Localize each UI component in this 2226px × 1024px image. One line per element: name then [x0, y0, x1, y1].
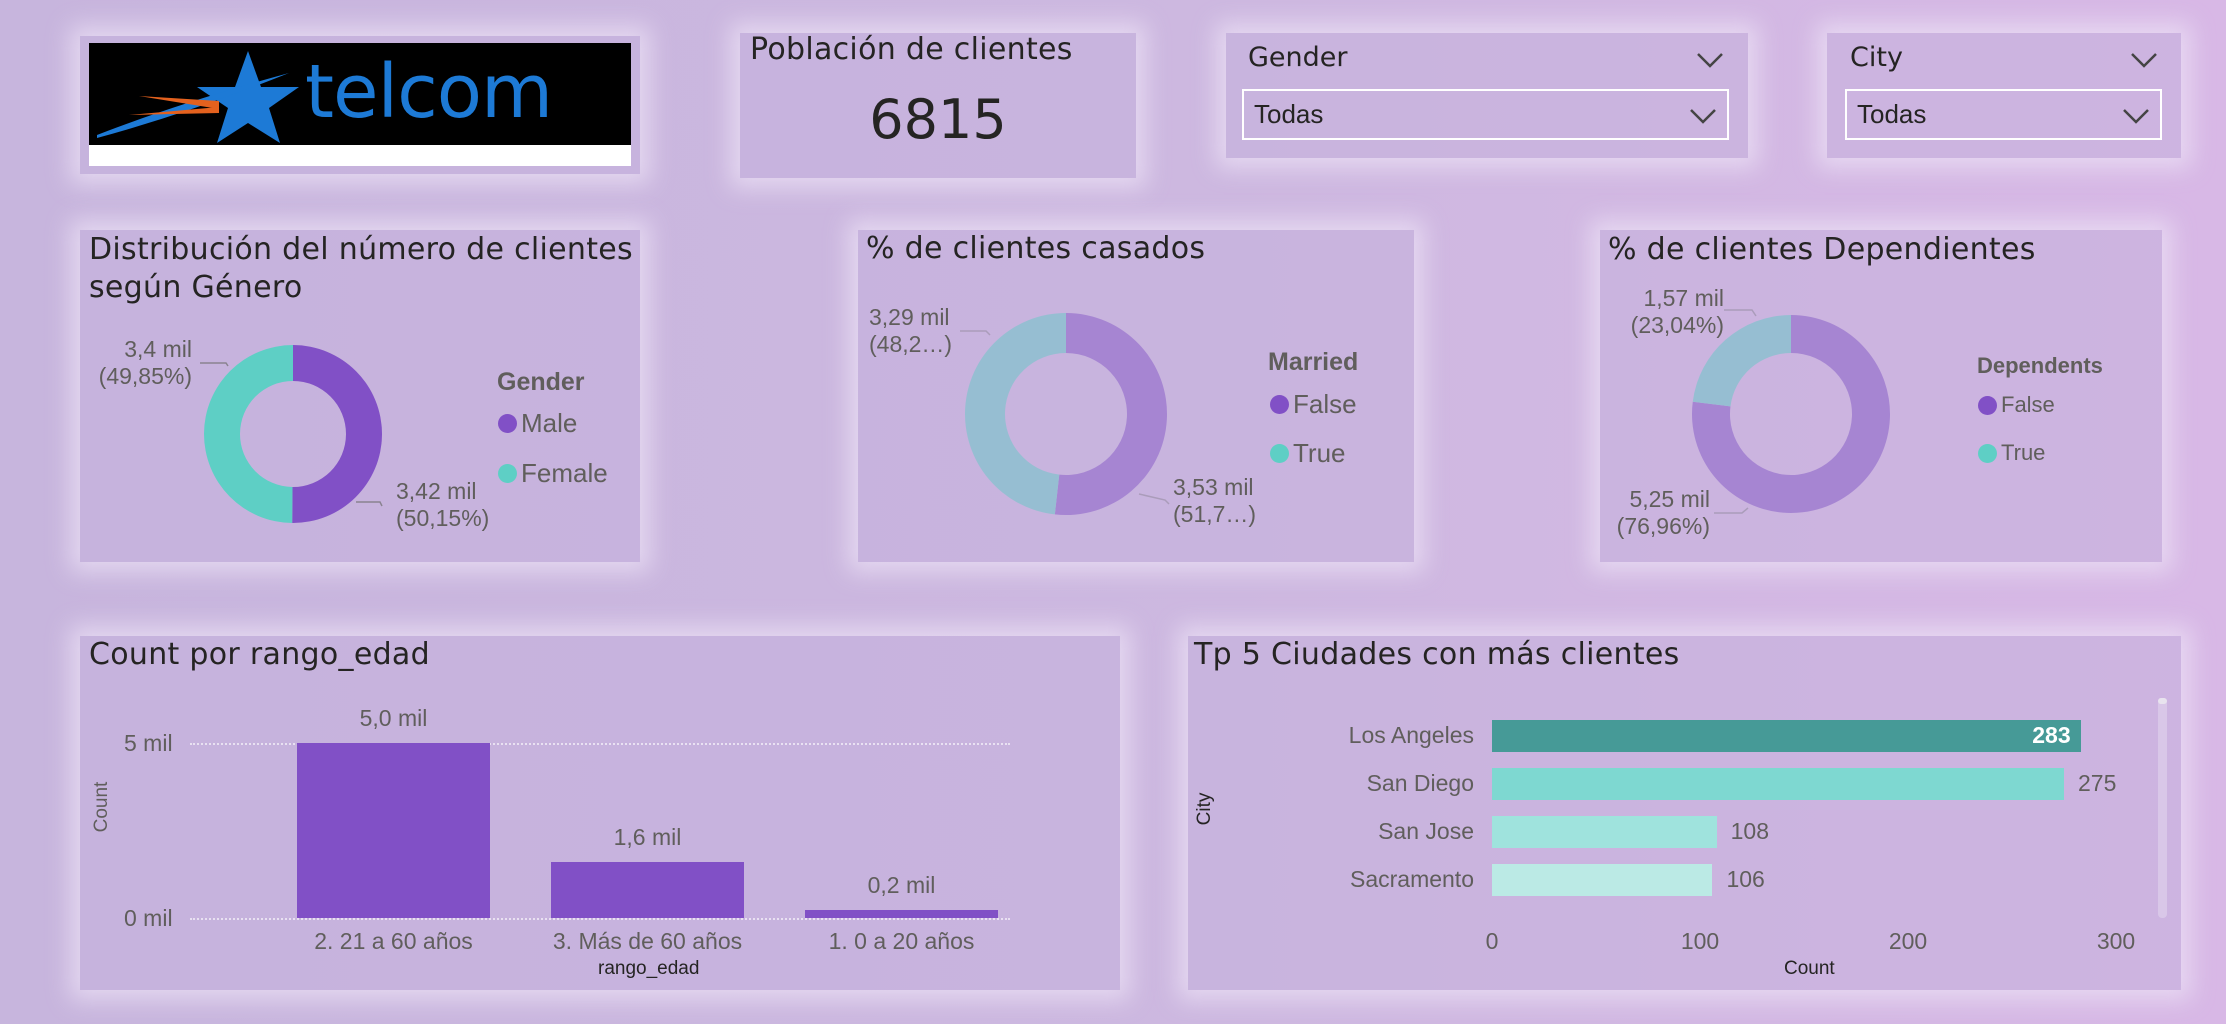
dependents-chart-title: % de clientes Dependientes: [1608, 232, 2036, 267]
legend-item-true[interactable]: True: [1978, 440, 2045, 466]
x-tick-label: 200: [1888, 928, 1928, 954]
female-value: 3,4 mil: [124, 336, 192, 362]
gridline: [190, 918, 1010, 920]
age-chart-title: Count por rango_edad: [89, 637, 430, 672]
city-label: Los Angeles: [1348, 722, 1474, 748]
bar-1[interactable]: [297, 743, 490, 918]
x-tick-label: 0: [1485, 928, 1499, 954]
legend-item-false[interactable]: False: [1270, 389, 1357, 420]
true-pct: (48,2…): [869, 331, 953, 357]
legend-dot: [498, 414, 517, 433]
city-bar-2[interactable]: [1492, 768, 2064, 800]
gender-slice-female[interactable]: [204, 345, 293, 523]
legend-dot: [1978, 395, 1997, 415]
false-pct: (76,96%): [1616, 513, 1710, 539]
legend-dot: [1270, 444, 1289, 463]
legend-item-false[interactable]: False: [1978, 392, 2055, 418]
male-pct: (50,15%): [396, 505, 490, 531]
gender-legend-title: Gender: [497, 368, 585, 396]
legend-dot: [1978, 443, 1997, 463]
city-label: San Jose: [1378, 818, 1474, 844]
city-y-axis-title: City: [1194, 792, 1215, 826]
age-x-axis-title: rango_edad: [598, 958, 700, 979]
x-tick-label: 3. Más de 60 años: [552, 928, 743, 954]
married-false-label: 3,53 mil (51,7…): [1173, 474, 1256, 528]
bar-2[interactable]: [551, 862, 744, 918]
city-label: San Diego: [1366, 770, 1474, 796]
legend-dot: [1270, 395, 1289, 414]
bar-data-label: 5,0 mil: [359, 705, 428, 731]
married-chart-title: % de clientes casados: [866, 231, 1206, 266]
city-value-label: 283: [2032, 722, 2071, 748]
gender-female-label: 3,4 mil (49,85%): [92, 336, 192, 390]
true-pct: (23,04%): [1630, 312, 1724, 338]
city-scrollbar[interactable]: [2158, 698, 2167, 918]
legend-label: False: [2001, 392, 2055, 417]
dependents-legend-title: Dependents: [1977, 353, 2103, 378]
male-value: 3,42 mil: [396, 478, 477, 504]
bar-data-label: 0,2 mil: [867, 872, 936, 898]
true-value: 3,29 mil: [869, 304, 950, 330]
city-bar-3[interactable]: [1492, 816, 1717, 848]
city-bar-1[interactable]: [1492, 720, 2081, 752]
legend-item-true[interactable]: True: [1270, 438, 1346, 469]
city-value-label: 108: [1730, 818, 1769, 844]
leader-line: [200, 362, 229, 367]
legend-label: Female: [521, 458, 608, 488]
legend-label: True: [2001, 440, 2046, 465]
bar-data-label: 1,6 mil: [613, 824, 682, 850]
x-tick-label: 2. 21 a 60 años: [314, 928, 473, 954]
gender-male-label: 3,42 mil (50,15%): [396, 478, 489, 532]
leader-line: [356, 501, 383, 507]
false-pct: (51,7…): [1173, 501, 1257, 527]
city-value-label: 106: [1726, 866, 1765, 892]
legend-label: True: [1293, 438, 1346, 468]
legend-item-male[interactable]: Male: [498, 408, 577, 439]
legend-label: Male: [521, 408, 578, 438]
true-value: 1,57 mil: [1643, 285, 1724, 311]
female-pct: (49,85%): [98, 363, 192, 389]
legend-item-female[interactable]: Female: [498, 458, 608, 489]
city-label: Sacramento: [1349, 866, 1474, 892]
age-y-tick-min: 0 mil: [124, 905, 173, 931]
dependents-true-label: 1,57 mil (23,04%): [1622, 285, 1724, 339]
city-bar-4[interactable]: [1492, 864, 1713, 896]
married-legend-title: Married: [1268, 348, 1359, 376]
x-tick-label: 1. 0 a 20 años: [828, 928, 975, 954]
gender-slice-male[interactable]: [292, 345, 383, 524]
false-value: 5,25 mil: [1629, 486, 1710, 512]
false-value: 3,53 mil: [1173, 474, 1254, 500]
legend-dot: [498, 464, 517, 483]
legend-label: False: [1293, 389, 1357, 419]
bar-3[interactable]: [805, 910, 998, 918]
married-true-label: 3,29 mil (48,2…): [869, 304, 952, 358]
x-tick-label: 300: [2096, 928, 2136, 954]
age-y-tick-max: 5 mil: [124, 730, 173, 756]
city-value-label: 275: [2078, 770, 2117, 796]
scrollbar-thumb[interactable]: [2158, 698, 2167, 704]
dependents-false-label: 5,25 mil (76,96%): [1610, 486, 1710, 540]
age-y-axis-title: Count: [91, 781, 112, 833]
city-x-axis-title: Count: [1784, 958, 1835, 979]
x-tick-label: 100: [1680, 928, 1720, 954]
city-chart-title: Tp 5 Ciudades con más clientes: [1194, 637, 1680, 672]
